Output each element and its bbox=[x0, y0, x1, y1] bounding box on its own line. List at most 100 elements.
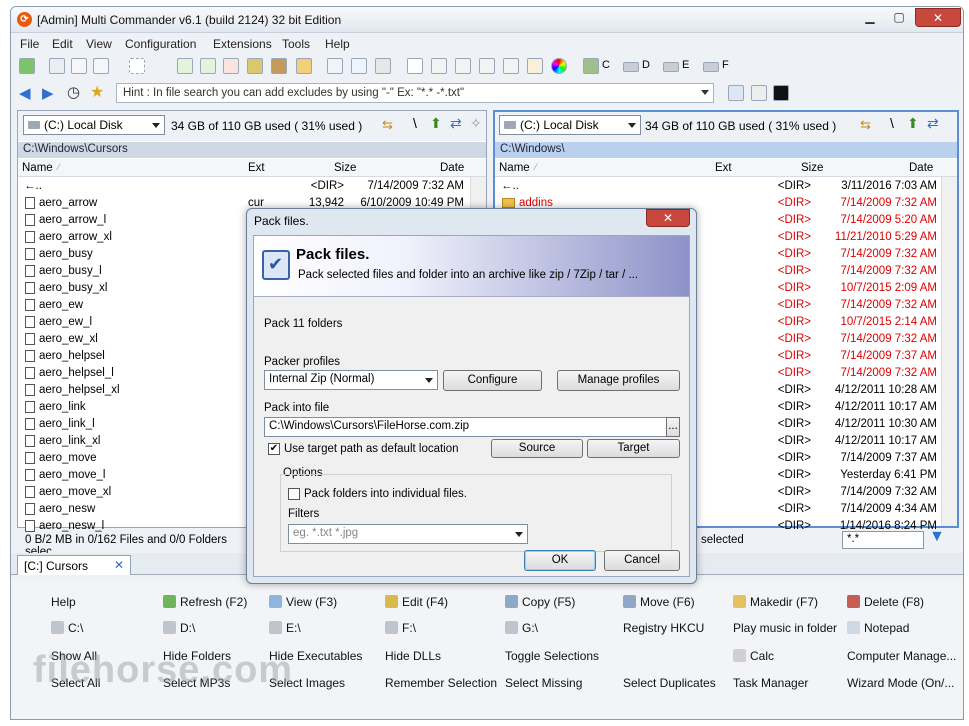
menu-configuration[interactable]: Configuration bbox=[125, 37, 196, 51]
forward-arrow-icon[interactable]: ▶ bbox=[42, 84, 54, 102]
cut-icon[interactable] bbox=[49, 58, 65, 74]
command-button[interactable]: C:\ bbox=[51, 621, 83, 635]
command-button[interactable]: Select Missing bbox=[505, 676, 582, 690]
command-button[interactable]: Task Manager bbox=[733, 676, 808, 690]
command-button[interactable]: Calc bbox=[733, 649, 774, 663]
close-icon[interactable]: ✕ bbox=[114, 558, 124, 572]
command-button[interactable]: Registry HKCU bbox=[623, 621, 704, 635]
refresh-icon[interactable] bbox=[19, 58, 35, 74]
right-drive-select[interactable]: (C:) Local Disk bbox=[499, 115, 641, 135]
copy-icon[interactable] bbox=[71, 58, 87, 74]
filter-funnel-icon[interactable]: ▼ bbox=[929, 528, 945, 546]
target-button[interactable]: Target bbox=[587, 439, 680, 458]
browse-button[interactable]: ... bbox=[666, 417, 680, 437]
table-row[interactable]: ←.. <DIR> 7/14/2009 7:32 AM bbox=[18, 178, 486, 195]
menu-file[interactable]: File bbox=[20, 37, 39, 51]
tab-cursors[interactable]: [C:] Cursors ✕ bbox=[17, 555, 131, 575]
edit-icon[interactable] bbox=[527, 58, 543, 74]
col-name[interactable]: Name bbox=[499, 162, 530, 174]
command-line-input[interactable]: Hint : In file search you can add exclud… bbox=[116, 83, 714, 103]
command-button[interactable]: F:\ bbox=[385, 621, 416, 635]
menu-help[interactable]: Help bbox=[325, 37, 350, 51]
binoculars-icon[interactable] bbox=[375, 58, 391, 74]
paste-icon[interactable] bbox=[93, 58, 109, 74]
table-row[interactable]: ←.. <DIR> 3/11/2016 7:03 AM bbox=[495, 178, 957, 195]
ok-button[interactable]: OK bbox=[524, 550, 596, 571]
root-slash-icon[interactable]: \ bbox=[890, 115, 894, 131]
swap-icon[interactable]: ⇄ bbox=[927, 115, 939, 132]
menu-view[interactable]: View bbox=[86, 37, 112, 51]
individual-files-checkbox[interactable] bbox=[288, 488, 300, 500]
command-button[interactable]: Edit (F4) bbox=[385, 595, 448, 609]
document2-icon[interactable] bbox=[479, 58, 495, 74]
delete-file-icon[interactable] bbox=[223, 58, 239, 74]
command-button[interactable]: Refresh (F2) bbox=[163, 595, 247, 609]
col-name[interactable]: Name bbox=[22, 162, 53, 174]
configure-button[interactable]: Configure bbox=[443, 370, 542, 391]
dialog-close-button[interactable]: ✕ bbox=[646, 209, 690, 227]
pack-into-input[interactable]: C:\Windows\Cursors\FileHorse.com.zip bbox=[264, 417, 667, 437]
swap-icon[interactable]: ⇄ bbox=[450, 115, 462, 132]
command-button[interactable]: D:\ bbox=[163, 621, 195, 635]
col-ext[interactable]: Ext bbox=[715, 162, 732, 174]
source-button[interactable]: Source bbox=[491, 439, 583, 458]
size-kb-icon[interactable] bbox=[407, 58, 423, 74]
console-icon[interactable] bbox=[773, 85, 789, 101]
command-button[interactable]: Select Duplicates bbox=[623, 676, 716, 690]
calculator-icon[interactable] bbox=[751, 85, 767, 101]
drive-d-icon[interactable] bbox=[623, 62, 639, 72]
favorites-star-icon[interactable]: ★ bbox=[90, 82, 104, 102]
menu-extensions[interactable]: Extensions bbox=[213, 37, 272, 51]
drive-c-icon[interactable] bbox=[583, 58, 599, 74]
col-size[interactable]: Size bbox=[334, 162, 356, 174]
document-icon[interactable] bbox=[455, 58, 471, 74]
use-target-checkbox[interactable]: ✔ bbox=[268, 443, 280, 455]
left-path-bar[interactable]: C:\Windows\Cursors bbox=[18, 142, 486, 158]
packer-profile-select[interactable]: Internal Zip (Normal) bbox=[264, 370, 438, 390]
left-drive-select[interactable]: (C:) Local Disk bbox=[23, 115, 165, 135]
command-button[interactable]: Notepad bbox=[847, 621, 909, 635]
col-date[interactable]: Date bbox=[440, 162, 464, 174]
menu-tools[interactable]: Tools bbox=[282, 37, 310, 51]
right-scrollbar[interactable] bbox=[941, 177, 957, 526]
notepad-icon[interactable] bbox=[728, 85, 744, 101]
back-arrow-icon[interactable]: ◀ bbox=[19, 84, 31, 102]
command-button[interactable]: Move (F6) bbox=[623, 595, 695, 609]
pin-icon[interactable]: ✧ bbox=[470, 115, 482, 132]
manage-profiles-button[interactable]: Manage profiles bbox=[557, 370, 680, 391]
text-file-icon[interactable] bbox=[503, 58, 519, 74]
command-button[interactable]: Makedir (F7) bbox=[733, 595, 818, 609]
compare-icon[interactable] bbox=[431, 58, 447, 74]
command-button[interactable]: Hide DLLs bbox=[385, 649, 441, 663]
select-icon[interactable] bbox=[129, 58, 145, 74]
root-slash-icon[interactable]: \ bbox=[413, 115, 417, 131]
color-wheel-icon[interactable] bbox=[551, 58, 567, 74]
package-icon[interactable] bbox=[271, 58, 287, 74]
archive-icon[interactable] bbox=[247, 58, 263, 74]
filters-select[interactable]: eg. *.txt *.jpg bbox=[288, 524, 528, 544]
col-size[interactable]: Size bbox=[801, 162, 823, 174]
right-path-bar[interactable]: C:\Windows\ bbox=[495, 142, 957, 158]
chevron-down-icon[interactable] bbox=[701, 90, 709, 95]
command-button[interactable]: View (F3) bbox=[269, 595, 337, 609]
col-date[interactable]: Date bbox=[909, 162, 933, 174]
command-button[interactable]: Computer Manage... bbox=[847, 649, 956, 663]
new-file-icon[interactable] bbox=[177, 58, 193, 74]
filter-input[interactable]: *.* bbox=[842, 531, 924, 549]
command-button[interactable]: Remember Selection bbox=[385, 676, 497, 690]
move-file-icon[interactable] bbox=[200, 58, 216, 74]
command-button[interactable]: Delete (F8) bbox=[847, 595, 924, 609]
folder-icon[interactable] bbox=[296, 58, 312, 74]
command-button[interactable]: Play music in folder bbox=[733, 621, 837, 635]
maximize-button[interactable]: ▢ bbox=[885, 8, 913, 27]
command-button[interactable]: Wizard Mode (On/... bbox=[847, 676, 954, 690]
close-button[interactable]: ✕ bbox=[915, 8, 961, 27]
menu-edit[interactable]: Edit bbox=[52, 37, 73, 51]
minimize-button[interactable]: ▁ bbox=[856, 8, 884, 27]
folder-sync-icon[interactable]: ⇆ bbox=[860, 117, 871, 133]
command-button[interactable]: G:\ bbox=[505, 621, 538, 635]
drive-e-icon[interactable] bbox=[663, 62, 679, 72]
col-ext[interactable]: Ext bbox=[248, 162, 265, 174]
search-file-icon[interactable] bbox=[351, 58, 367, 74]
find-icon[interactable] bbox=[327, 58, 343, 74]
